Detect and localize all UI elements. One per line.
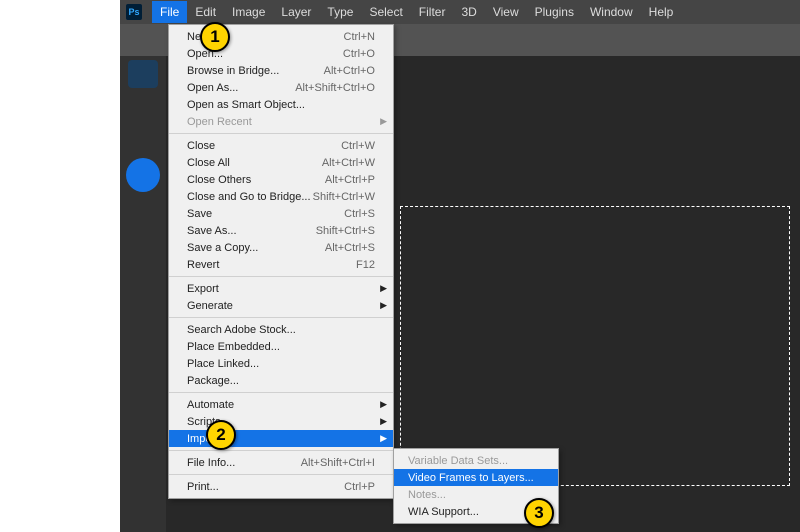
menu-label: Notes...: [408, 489, 544, 501]
menu-label: Automate: [187, 399, 375, 411]
menu-label: Variable Data Sets...: [408, 455, 544, 467]
menu-label: Open Recent: [187, 116, 375, 128]
menu-item-search-adobe-stock[interactable]: Search Adobe Stock...: [169, 321, 393, 338]
menu-item-save-a-copy[interactable]: Save a Copy...Alt+Ctrl+S: [169, 239, 393, 256]
menu-shortcut: F12: [356, 259, 375, 271]
menu-shortcut: Alt+Ctrl+O: [324, 65, 375, 77]
menu-label: Place Embedded...: [187, 341, 375, 353]
menubar: Ps FileEditImageLayerTypeSelectFilter3DV…: [120, 0, 800, 24]
menu-item-close-others[interactable]: Close OthersAlt+Ctrl+P: [169, 171, 393, 188]
chevron-right-icon: ▶: [380, 283, 387, 294]
menu-item-scripts[interactable]: Scripts▶: [169, 413, 393, 430]
menu-label: File Info...: [187, 457, 301, 469]
menu-label: Search Adobe Stock...: [187, 324, 375, 336]
menu-item-place-linked[interactable]: Place Linked...: [169, 355, 393, 372]
chevron-right-icon: ▶: [380, 300, 387, 311]
menu-label: Print...: [187, 481, 344, 493]
menubar-item-layer[interactable]: Layer: [273, 1, 319, 23]
canvas-selection: [400, 206, 790, 486]
tool-icon[interactable]: [126, 158, 160, 192]
menubar-item-help[interactable]: Help: [641, 1, 682, 23]
menu-item-open-as-smart-object[interactable]: Open as Smart Object...: [169, 96, 393, 113]
menubar-item-filter[interactable]: Filter: [411, 1, 454, 23]
home-icon[interactable]: [128, 60, 158, 88]
menu-item-open-recent[interactable]: Open Recent ▶: [169, 113, 393, 130]
menu-item-open[interactable]: Open...Ctrl+O: [169, 45, 393, 62]
menu-label: Package...: [187, 375, 375, 387]
menu-item-save[interactable]: SaveCtrl+S: [169, 205, 393, 222]
menu-item-package[interactable]: Package...: [169, 372, 393, 389]
menu-label: Open As...: [187, 82, 295, 94]
menubar-item-view[interactable]: View: [485, 1, 527, 23]
menu-item-close-all[interactable]: Close AllAlt+Ctrl+W: [169, 154, 393, 171]
menu-shortcut: Shift+Ctrl+W: [313, 191, 375, 203]
chevron-right-icon: ▶: [380, 116, 387, 127]
menu-item-file-info[interactable]: File Info...Alt+Shift+Ctrl+I: [169, 454, 393, 471]
menubar-item-window[interactable]: Window: [582, 1, 641, 23]
menu-item-automate[interactable]: Automate ▶: [169, 396, 393, 413]
menu-label: Close and Go to Bridge...: [187, 191, 313, 203]
menu-item-revert[interactable]: RevertF12: [169, 256, 393, 273]
menu-label: Save: [187, 208, 344, 220]
menu-shortcut: Ctrl+N: [344, 31, 375, 43]
photoshop-logo-icon: Ps: [126, 4, 142, 20]
menu-label: Close Others: [187, 174, 325, 186]
menu-item-export[interactable]: Export ▶: [169, 280, 393, 297]
menubar-item-type[interactable]: Type: [319, 1, 361, 23]
menu-shortcut: Ctrl+W: [341, 140, 375, 152]
menu-label: Close: [187, 140, 341, 152]
menu-shortcut: Shift+Ctrl+S: [316, 225, 375, 237]
menu-label: Revert: [187, 259, 356, 271]
submenu-item-video-frames-to-layers[interactable]: Video Frames to Layers...: [394, 469, 558, 486]
menubar-item-select[interactable]: Select: [361, 1, 410, 23]
menu-item-print[interactable]: Print...Ctrl+P: [169, 478, 393, 495]
menu-shortcut: Alt+Shift+Ctrl+O: [295, 82, 375, 94]
menu-shortcut: Ctrl+O: [343, 48, 375, 60]
menubar-item-image[interactable]: Image: [224, 1, 273, 23]
menu-label: Export: [187, 283, 375, 295]
menu-label: Generate: [187, 300, 375, 312]
menubar-item-3d[interactable]: 3D: [453, 1, 484, 23]
menubar-item-plugins[interactable]: Plugins: [527, 1, 582, 23]
callout-1: 1: [200, 22, 230, 52]
menu-label: Open as Smart Object...: [187, 99, 375, 111]
callout-2: 2: [206, 420, 236, 450]
chevron-right-icon: ▶: [380, 399, 387, 410]
menu-item-save-as[interactable]: Save As...Shift+Ctrl+S: [169, 222, 393, 239]
menu-shortcut: Ctrl+P: [344, 481, 375, 493]
menu-shortcut: Alt+Ctrl+S: [325, 242, 375, 254]
menu-label: Place Linked...: [187, 358, 375, 370]
submenu-item-variable-data-sets[interactable]: Variable Data Sets...: [394, 452, 558, 469]
menu-item-generate[interactable]: Generate ▶: [169, 297, 393, 314]
menu-shortcut: Ctrl+S: [344, 208, 375, 220]
menu-shortcut: Alt+Ctrl+W: [322, 157, 375, 169]
chevron-right-icon: ▶: [380, 433, 387, 444]
menu-label: Close All: [187, 157, 322, 169]
menu-label: Video Frames to Layers...: [408, 472, 544, 484]
menubar-item-edit[interactable]: Edit: [187, 1, 224, 23]
menu-item-close-and-go-to-bridge[interactable]: Close and Go to Bridge...Shift+Ctrl+W: [169, 188, 393, 205]
menu-item-close[interactable]: CloseCtrl+W: [169, 137, 393, 154]
menu-shortcut: Alt+Shift+Ctrl+I: [301, 457, 375, 469]
menu-item-browse-in-bridge[interactable]: Browse in Bridge...Alt+Ctrl+O: [169, 62, 393, 79]
file-menu-dropdown: New...Ctrl+NOpen...Ctrl+OBrowse in Bridg…: [168, 24, 394, 499]
menu-item-open-as[interactable]: Open As...Alt+Shift+Ctrl+O: [169, 79, 393, 96]
menu-label: Save As...: [187, 225, 316, 237]
callout-3: 3: [524, 498, 554, 528]
menu-label: Browse in Bridge...: [187, 65, 324, 77]
menu-shortcut: Alt+Ctrl+P: [325, 174, 375, 186]
menubar-item-file[interactable]: File: [152, 1, 187, 23]
chevron-right-icon: ▶: [380, 416, 387, 427]
menu-label: Save a Copy...: [187, 242, 325, 254]
menu-item-import[interactable]: Import▶: [169, 430, 393, 447]
menu-item-place-embedded[interactable]: Place Embedded...: [169, 338, 393, 355]
